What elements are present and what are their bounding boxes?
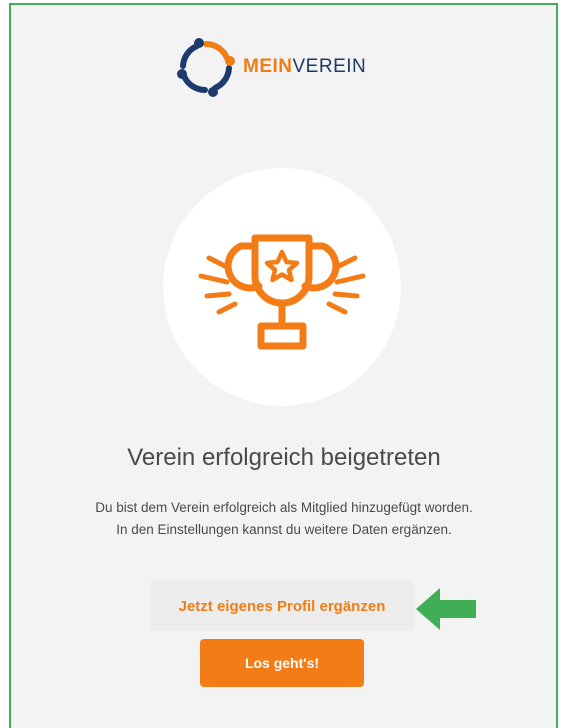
people-ring-logo-icon	[177, 38, 235, 97]
logo-text-mein: MEIN	[243, 56, 293, 77]
start-button[interactable]: Los geht's!	[200, 639, 364, 687]
logo-wordmark: MEINVEREIN	[243, 56, 366, 78]
complete-profile-button[interactable]: Jetzt eigenes Profil ergänzen	[150, 581, 414, 631]
page-title: Verein erfolgreich beigetreten	[127, 444, 441, 471]
app-logo: MEINVEREIN	[175, 36, 366, 98]
logo-text-verein: VEREIN	[292, 56, 367, 77]
description-line-1: Du bist dem Verein erfolgreich als Mitgl…	[95, 500, 473, 515]
trophy-badge	[163, 168, 401, 406]
description-line-2: In den Einstellungen kannst du weitere D…	[116, 522, 452, 537]
screen: MEINVEREIN Verein erfolgreich beigetrete…	[0, 0, 568, 728]
trophy-star-icon	[198, 234, 366, 350]
green-arrow-left-icon	[416, 588, 476, 630]
